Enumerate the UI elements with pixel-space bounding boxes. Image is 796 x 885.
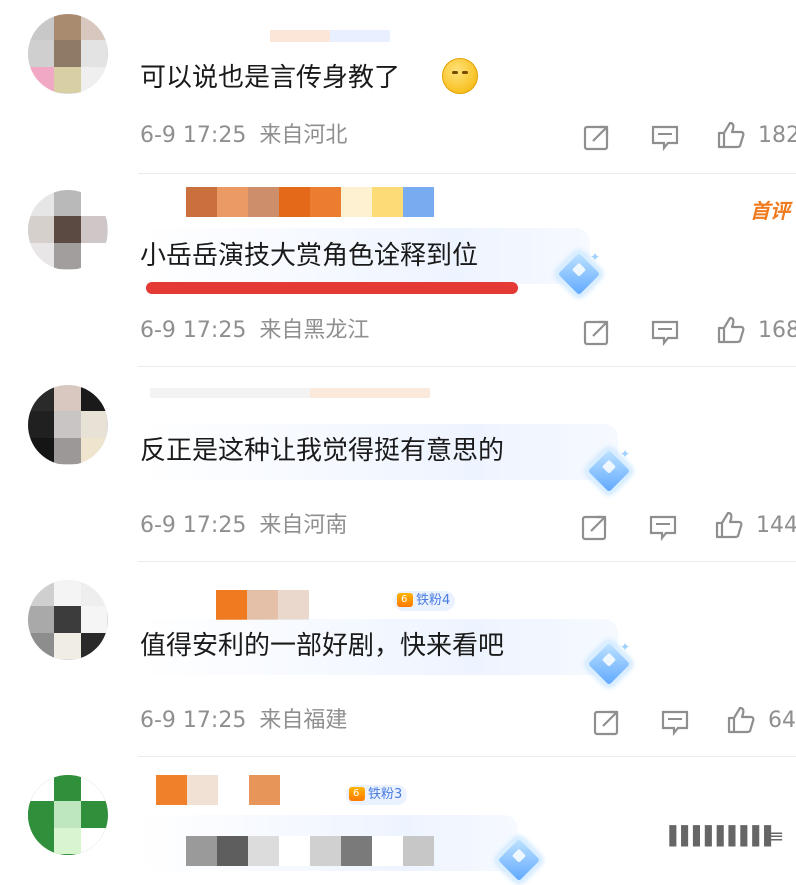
comment-item: 铁粉3 ▐▐▐▐▐▐▐▐▐≡ — [0, 0, 796, 885]
avatar[interactable] — [28, 775, 108, 855]
fan-level-label: 铁粉3 — [368, 787, 403, 802]
fan-level-badge: 铁粉3 — [346, 785, 408, 805]
more-indicator: ▐▐▐▐▐▐▐▐▐≡ — [662, 826, 784, 847]
comment-text-redacted — [186, 836, 434, 866]
username-redacted[interactable] — [156, 775, 280, 805]
crown-icon — [349, 787, 365, 801]
